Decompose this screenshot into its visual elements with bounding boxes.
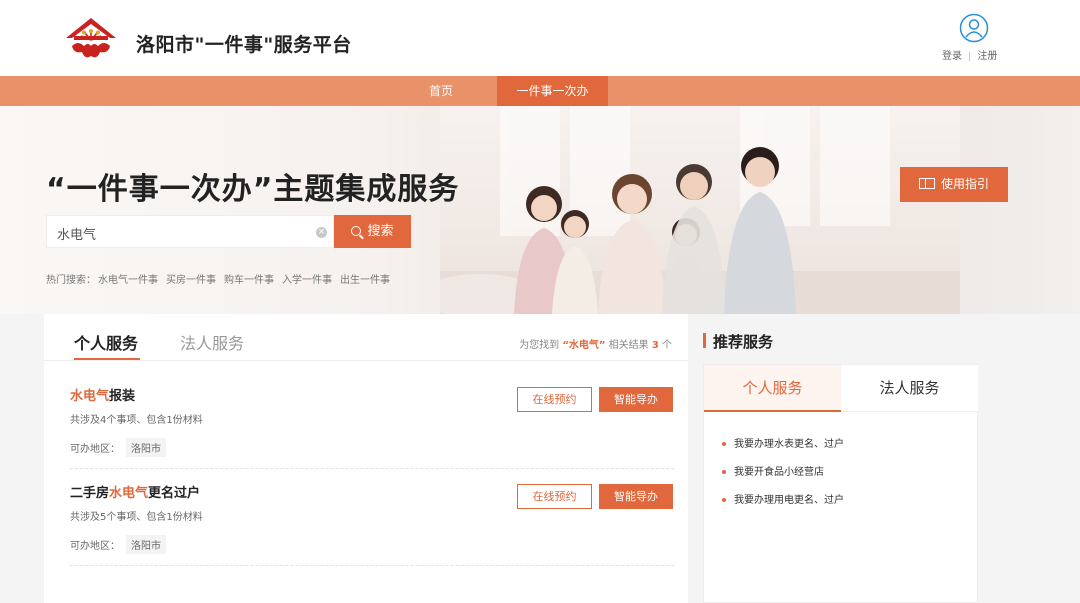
user-guide-label: 使用指引	[940, 177, 989, 191]
summary-count: 3	[651, 340, 659, 351]
recommend-tab-personal[interactable]: 个人服务	[704, 365, 841, 412]
summary-suffix: 个	[662, 340, 672, 351]
row-divider	[70, 565, 674, 566]
title-prefix: 二手房	[70, 486, 110, 501]
recommend-card: 个人服务 法人服务 我要办理水表更名、过户 我要开食品小经营店 我要办理用电更名…	[703, 364, 978, 603]
result-subtitle: 共涉及5个事项、包含1份材料	[70, 512, 203, 523]
header: 洛阳市"一件事"服务平台 登录 | 注册	[0, 0, 1080, 76]
summary-prefix: 为您找到	[519, 340, 560, 351]
register-link[interactable]: 注册	[977, 51, 997, 62]
bullet-icon	[722, 470, 726, 474]
section-marker	[703, 333, 706, 348]
recommend-tab-corporate[interactable]: 法人服务	[841, 365, 978, 412]
clear-icon[interactable]: ×	[316, 227, 327, 238]
summary-keyword: “水电气”	[562, 340, 606, 351]
smart-guide-button[interactable]: 智能导办	[599, 484, 673, 509]
recommend-item[interactable]: 我要办理用电更名、过户	[734, 491, 844, 506]
hot-search-item[interactable]: 水电气一件事	[98, 275, 158, 286]
tab-corporate[interactable]: 法人服务	[180, 330, 244, 354]
book-icon	[918, 178, 935, 189]
site-title: 洛阳市"一件事"服务平台	[136, 34, 352, 56]
hot-search: 热门搜索： 水电气一件事 买房一件事 购车一件事 入学一件事 出生一件事	[46, 271, 398, 286]
user-links: 登录 | 注册	[942, 47, 997, 62]
title-rest: 更名过户	[148, 486, 201, 501]
recommend-item[interactable]: 我要办理水表更名、过户	[734, 435, 844, 450]
title-rest: 报装	[109, 389, 136, 404]
recommend-item[interactable]: 我要开食品小经营店	[734, 463, 824, 478]
main-nav: 首页 一件事一次办	[0, 76, 1080, 106]
result-title[interactable]: 二手房水电气更名过户	[70, 482, 200, 501]
smart-guide-button[interactable]: 智能导办	[599, 387, 673, 412]
result-title[interactable]: 水电气报装	[70, 385, 135, 404]
hot-search-label: 热门搜索：	[46, 275, 96, 286]
search-input-value: 水电气	[57, 228, 97, 243]
row-divider	[70, 468, 674, 469]
link-separator: |	[968, 51, 972, 62]
nav-item-home[interactable]: 首页	[400, 76, 482, 106]
results-card: 个人服务 法人服务 为您找到 “水电气” 相关结果 3 个 水电气报装 共涉及4…	[44, 314, 688, 603]
logo-icon	[66, 18, 116, 58]
title-highlight: 水电气	[109, 486, 149, 501]
search-button[interactable]: 搜索	[334, 215, 411, 248]
area-label: 可办地区：	[70, 541, 120, 552]
login-link[interactable]: 登录	[942, 51, 962, 62]
hot-search-item[interactable]: 买房一件事	[166, 275, 216, 286]
nav-item-yijianshi[interactable]: 一件事一次办	[497, 76, 608, 106]
user-avatar-icon[interactable]	[959, 13, 989, 43]
banner-title: “一件事一次办”主题集成服务	[46, 172, 460, 207]
summary-middle: 相关结果	[608, 340, 649, 351]
bullet-icon	[722, 498, 726, 502]
title-highlight: 水电气	[70, 389, 110, 404]
area-tag: 洛阳市	[126, 535, 166, 554]
area-label: 可办地区：	[70, 444, 120, 455]
hot-search-item[interactable]: 购车一件事	[224, 275, 274, 286]
result-summary: 为您找到 “水电气” 相关结果 3 个	[519, 336, 672, 351]
result-subtitle: 共涉及4个事项、包含1份材料	[70, 415, 203, 426]
online-booking-button[interactable]: 在线预约	[517, 484, 592, 509]
search-icon	[351, 226, 365, 240]
online-booking-button[interactable]: 在线预约	[517, 387, 592, 412]
bullet-icon	[722, 442, 726, 446]
search-input[interactable]: 水电气 ×	[46, 215, 334, 248]
area-tag: 洛阳市	[126, 438, 166, 457]
divider	[44, 360, 688, 361]
user-guide-button[interactable]: 使用指引	[900, 167, 1008, 202]
hot-search-item[interactable]: 入学一件事	[282, 275, 332, 286]
family-photo	[440, 106, 960, 314]
search-button-label: 搜索	[367, 224, 394, 239]
hot-search-item[interactable]: 出生一件事	[340, 275, 390, 286]
tab-personal[interactable]: 个人服务	[74, 330, 138, 354]
recommend-title: 推荐服务	[713, 333, 774, 351]
